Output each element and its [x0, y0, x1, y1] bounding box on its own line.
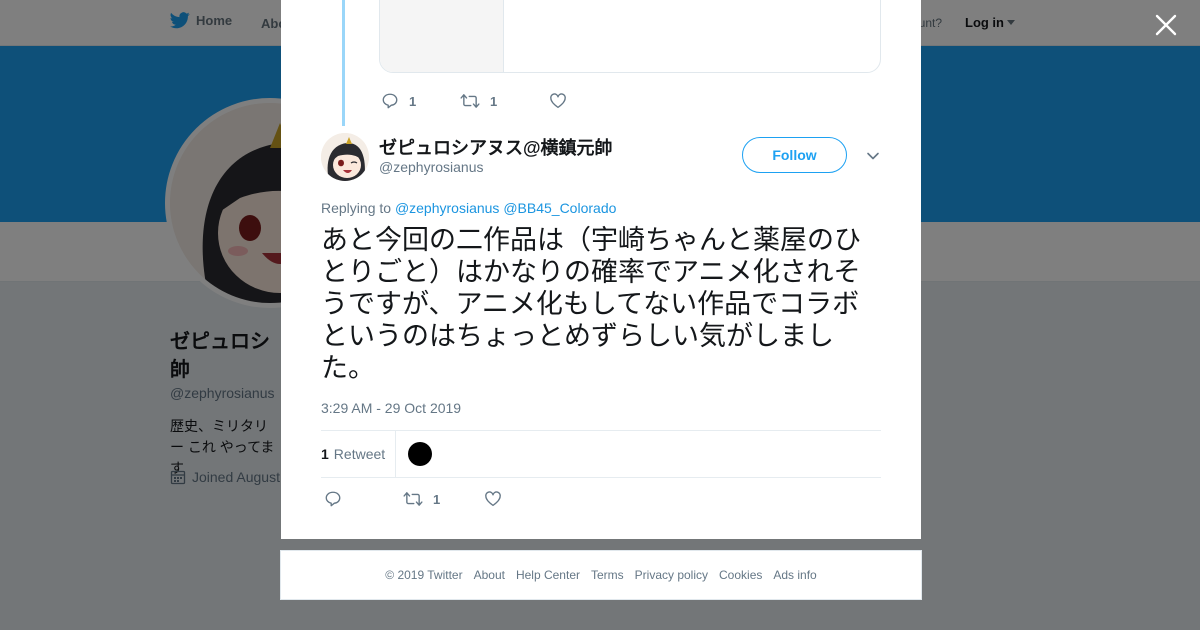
footer-link-ads-info[interactable]: Ads info — [773, 568, 816, 582]
previous-like-button[interactable] — [549, 92, 567, 110]
modal-footer: © 2019 Twitter About Help Center Terms P… — [280, 550, 922, 600]
media-card-thumbnail — [380, 0, 504, 72]
mention-link[interactable]: @zephyrosianus — [395, 200, 500, 216]
footer-copyright: © 2019 Twitter — [385, 568, 463, 582]
tweet-timestamp[interactable]: 3:29 AM - 29 Oct 2019 — [321, 400, 461, 416]
footer-link-help-center[interactable]: Help Center — [516, 568, 580, 582]
replying-to-line: Replying to @zephyrosianus @BB45_Colorad… — [321, 200, 616, 216]
tweet-modal: 1 1 ゼピュロシアヌス@横鎮元帥 @zephyrosianus Follow … — [281, 0, 921, 539]
footer-link-terms[interactable]: Terms — [591, 568, 624, 582]
close-icon[interactable] — [1153, 12, 1179, 38]
previous-tweet-actions: 1 1 — [381, 92, 567, 110]
tweet-text: あと今回の二作品は（宇崎ちゃんと薬屋のひとりごと）はかなりの確率でアニメ化されそ… — [321, 225, 861, 384]
mention-link[interactable]: @BB45_Colorado — [503, 200, 616, 216]
replying-to-prefix: Replying to — [321, 200, 392, 216]
previous-retweet-button[interactable]: 1 — [460, 92, 549, 110]
thread-connector-line — [342, 0, 345, 126]
footer-link-about[interactable]: About — [474, 568, 505, 582]
retweet-stat[interactable]: 1 Retweet — [321, 431, 397, 477]
retweet-count: 1 — [433, 491, 441, 507]
tweet-author-avatar[interactable] — [321, 133, 369, 181]
retweet-button[interactable]: 1 — [403, 490, 484, 508]
previous-tweet-media-card[interactable] — [379, 0, 881, 73]
retweet-icon — [403, 492, 423, 506]
previous-reply-count: 1 — [409, 93, 417, 109]
like-button[interactable] — [484, 490, 502, 508]
reply-icon — [325, 491, 341, 507]
heart-icon — [550, 93, 566, 109]
previous-retweet-count: 1 — [490, 93, 498, 109]
retweet-icon — [460, 94, 480, 108]
tweet-author-name[interactable]: ゼピュロシアヌス@横鎮元帥 — [379, 134, 613, 160]
tweet-stats: 1 Retweet — [321, 430, 881, 478]
chevron-down-icon[interactable] — [865, 148, 881, 164]
tweet-actions: 1 — [324, 490, 502, 508]
reply-button[interactable] — [324, 490, 403, 508]
heart-icon — [485, 491, 501, 507]
footer-link-cookies[interactable]: Cookies — [719, 568, 762, 582]
tweet-author-handle[interactable]: @zephyrosianus — [379, 159, 484, 175]
follow-button[interactable]: Follow — [742, 137, 847, 173]
retweet-stat-count: 1 — [321, 446, 329, 462]
retweet-stat-label: Retweet — [333, 446, 386, 462]
anime-avatar-image — [321, 133, 369, 181]
footer-link-privacy-policy[interactable]: Privacy policy — [635, 568, 708, 582]
reply-icon — [382, 93, 398, 109]
retweeter-avatar[interactable] — [408, 442, 433, 466]
previous-reply-button[interactable]: 1 — [381, 92, 460, 110]
